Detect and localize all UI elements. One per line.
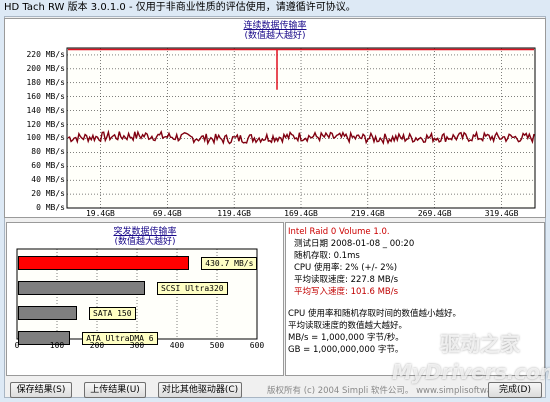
burst-bar-label: 430.7 MB/s bbox=[201, 257, 258, 270]
burst-bar bbox=[18, 281, 145, 295]
test-date: 测试日期 2008-01-08 _ 00:20 bbox=[294, 239, 415, 249]
watermark-latin: MyDrivers.com bbox=[392, 360, 550, 384]
done-button[interactable]: 完成(D) bbox=[488, 382, 542, 398]
window-title: HD Tach RW 版本 3.0.1.0 - 仅用于非商业性质的评估使用，请遵… bbox=[4, 2, 356, 13]
note-mb-definition: MB/s = 1,000,000 字节/秒。 bbox=[288, 333, 404, 343]
average-write-speed: 平均写入速度: 101.6 MB/s bbox=[294, 287, 399, 297]
note-cpu-random: CPU 使用率和随机存取时间的数值越小越好。 bbox=[288, 309, 461, 319]
note-gb-definition: GB = 1,000,000,000 字节。 bbox=[288, 345, 404, 355]
watermark-chinese: 驱动之家 bbox=[440, 332, 520, 356]
burst-chart-panel: 突发数据传输率 (数值越大越好) 430.7 MB/s SCSI Ultra320… bbox=[6, 222, 284, 376]
burst-x-tick-label: 0 bbox=[14, 341, 20, 350]
sequential-chart-panel: 连续数据传输率 (数值越大越好) 220 MB/s 200 MB/s 180 MB/… bbox=[4, 18, 546, 218]
burst-x-tick-label: 100 bbox=[49, 341, 65, 350]
random-access-time: 随机存取: 0.1ms bbox=[294, 251, 360, 261]
burst-x-tick-label: 300 bbox=[129, 341, 145, 350]
copyright-text: 版权所有 (c) 2004 Simpli 软件公司。 www.simplisof… bbox=[267, 386, 522, 396]
save-results-button[interactable]: 保存结果(S) bbox=[10, 382, 72, 398]
burst-bar bbox=[18, 306, 77, 320]
burst-bar-label: SATA 150 bbox=[89, 307, 136, 320]
burst-bar-label: SCSI Ultra320 bbox=[157, 282, 228, 295]
compare-drives-button[interactable]: 对比其他驱动器(C) bbox=[158, 382, 242, 398]
drive-name: Intel Raid 0 Volume 1.0. bbox=[288, 227, 390, 237]
burst-bar bbox=[18, 256, 190, 270]
burst-x-tick-label: 400 bbox=[169, 341, 185, 350]
sequential-chart-plot bbox=[66, 47, 536, 209]
upload-results-button[interactable]: 上传结果(U) bbox=[84, 382, 146, 398]
burst-chart-plot bbox=[16, 248, 258, 340]
burst-x-tick-label: 200 bbox=[89, 341, 105, 350]
burst-x-tick-label: 600 bbox=[249, 341, 265, 350]
app-window: HD Tach RW 版本 3.0.1.0 - 仅用于非商业性质的评估使用，请遵… bbox=[0, 0, 550, 402]
cpu-usage: CPU 使用率: 2% (+/- 2%) bbox=[294, 263, 398, 273]
average-read-speed: 平均读取速度: 227.8 MB/s bbox=[294, 275, 399, 285]
burst-x-tick-label: 500 bbox=[209, 341, 225, 350]
